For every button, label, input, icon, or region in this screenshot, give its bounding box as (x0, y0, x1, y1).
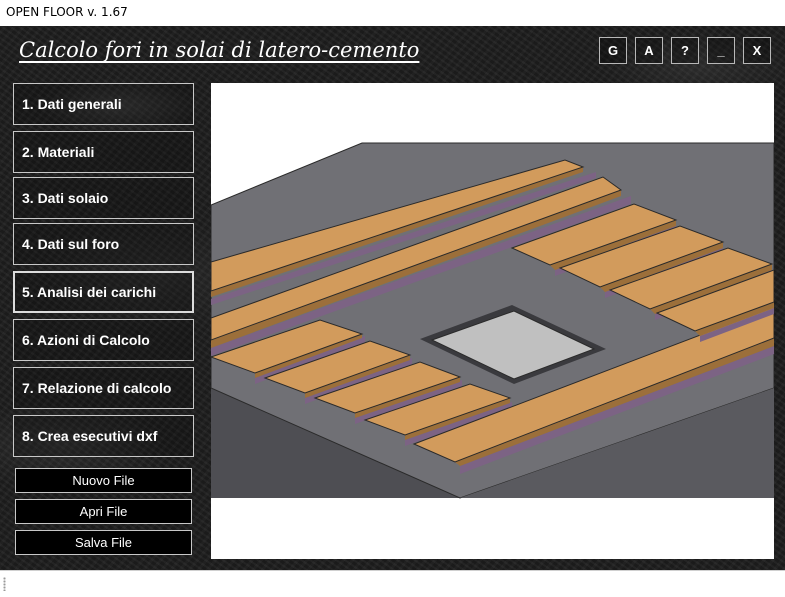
app-window: Calcolo fori in solai di latero-cemento … (0, 26, 785, 570)
nav-azioni-di-calcolo[interactable]: 6. Azioni di Calcolo (13, 319, 194, 361)
app-title: Calcolo fori in solai di latero-cemento (19, 38, 420, 62)
close-button[interactable]: X (743, 37, 771, 64)
save-file-button[interactable]: Salva File (15, 530, 192, 555)
nav-materiali[interactable]: 2. Materiali (13, 131, 194, 173)
minimize-button[interactable]: _ (707, 37, 735, 64)
nav-analisi-dei-carichi[interactable]: 5. Analisi dei carichi (13, 271, 194, 313)
nav-crea-esecutivi-dxf[interactable]: 8. Crea esecutivi dxf (13, 415, 194, 457)
open-file-button[interactable]: Apri File (15, 499, 192, 524)
status-bar (0, 570, 785, 597)
nav-dati-generali[interactable]: 1. Dati generali (13, 83, 194, 125)
g-button[interactable]: G (599, 37, 627, 64)
window-title: OPEN FLOOR v. 1.67 (6, 5, 128, 19)
nav-relazione-di-calcolo[interactable]: 7. Relazione di calcolo (13, 367, 194, 409)
grip-icon (3, 577, 6, 591)
help-button[interactable]: ? (671, 37, 699, 64)
window-titlebar: OPEN FLOOR v. 1.67 (0, 0, 785, 27)
a-button[interactable]: A (635, 37, 663, 64)
floor-preview-panel (211, 83, 774, 559)
floor-3d-illustration (211, 142, 774, 499)
nav-dati-sul-foro[interactable]: 4. Dati sul foro (13, 223, 194, 265)
nav-dati-solaio[interactable]: 3. Dati solaio (13, 177, 194, 219)
new-file-button[interactable]: Nuovo File (15, 468, 192, 493)
